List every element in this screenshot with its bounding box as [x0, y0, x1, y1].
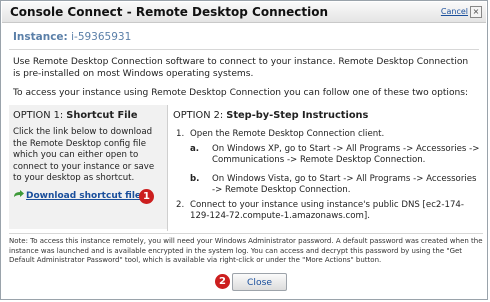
- admin-password-note: Note: To access this instance remotely, …: [9, 233, 483, 266]
- option1-prefix: OPTION 1:: [13, 110, 67, 121]
- divider: [9, 49, 479, 50]
- instance-id: i-59365931: [71, 31, 132, 43]
- cancel-link[interactable]: Cancel: [441, 7, 468, 16]
- intro-text: Use Remote Desktop Connection software t…: [13, 57, 469, 79]
- rdp-dialog: Console Connect - Remote Desktop Connect…: [0, 0, 488, 300]
- step-1b-text: On Windows Vista, go to Start -> All Pro…: [212, 174, 477, 195]
- option2-prefix: OPTION 2:: [173, 110, 227, 121]
- intro-options-text: To access your instance using Remote Des…: [13, 88, 469, 98]
- option-divider: [167, 105, 168, 231]
- instance-label: Instance:: [13, 31, 68, 43]
- option1-panel: OPTION 1: Shortcut File Click the link b…: [9, 105, 167, 229]
- option2-heading: OPTION 2: Step-by-Step Instructions: [173, 110, 368, 121]
- option1-title: Shortcut File: [66, 110, 138, 121]
- close-icon[interactable]: ×: [470, 6, 482, 18]
- download-arrow-icon: [14, 190, 24, 197]
- step-1b-letter: b.: [190, 174, 200, 184]
- step-2-number: 2.: [176, 200, 185, 210]
- step-2-text: Connect to your instance using instance'…: [190, 200, 464, 221]
- title-bar: Console Connect - Remote Desktop Connect…: [2, 2, 486, 23]
- option1-heading: OPTION 1: Shortcut File: [13, 110, 138, 121]
- step-1a-letter: a.: [190, 144, 200, 154]
- option1-description: Click the link below to download the Rem…: [13, 127, 155, 183]
- instance-heading: Instance: i-59365931: [13, 31, 131, 43]
- step-1-number: 1.: [176, 129, 185, 139]
- step-1a-text: On Windows XP, go to Start -> All Progra…: [212, 144, 480, 165]
- callout-marker-2: 2: [215, 274, 230, 289]
- step-1-text: Open the Remote Desktop Connection clien…: [190, 129, 385, 139]
- close-button[interactable]: Close: [232, 273, 287, 291]
- option2-title: Step-by-Step Instructions: [226, 110, 369, 121]
- dialog-title: Console Connect - Remote Desktop Connect…: [10, 5, 329, 19]
- download-shortcut-link[interactable]: Download shortcut file: [26, 191, 141, 201]
- callout-marker-1: 1: [139, 189, 154, 204]
